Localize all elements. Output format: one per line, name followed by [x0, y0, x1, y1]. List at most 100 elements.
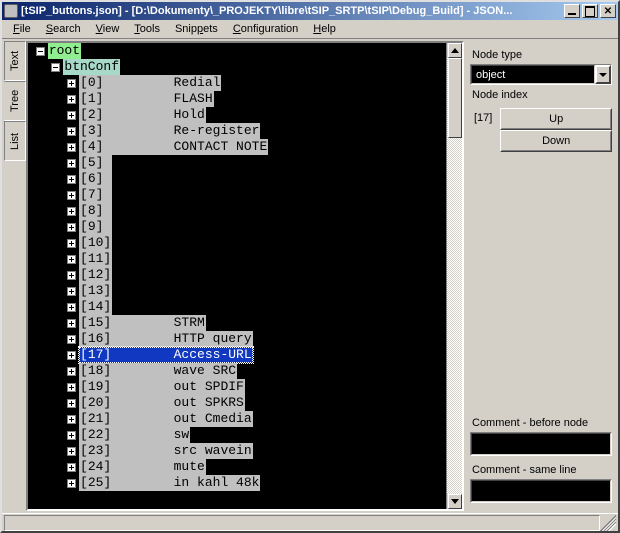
menu-help[interactable]: Help: [306, 21, 343, 37]
collapse-icon[interactable]: [51, 63, 60, 72]
scroll-up-button[interactable]: [448, 43, 462, 58]
expand-icon[interactable]: [67, 383, 76, 392]
side-tab-text[interactable]: Text: [4, 41, 26, 81]
minimize-button[interactable]: [564, 4, 580, 18]
menu-file[interactable]: File: [6, 21, 38, 37]
expand-icon[interactable]: [67, 287, 76, 296]
tree-item[interactable]: : [20] out SPKRS: [28, 395, 446, 411]
expand-icon[interactable]: [67, 127, 76, 136]
tree-item[interactable]: [9]: [28, 219, 446, 235]
tree-key: [14]: [79, 299, 112, 315]
menu-configuration[interactable]: Configuration: [226, 21, 305, 37]
tree-item[interactable]: : [25] in kahl 48k: [28, 475, 446, 491]
expand-icon[interactable]: [67, 399, 76, 408]
tree-item[interactable]: [12]: [28, 267, 446, 283]
tree-item[interactable]: : [2] Hold: [28, 107, 446, 123]
expand-icon[interactable]: [67, 463, 76, 472]
node-type-combo[interactable]: object: [470, 64, 612, 85]
scroll-track[interactable]: [447, 58, 462, 494]
tree-item[interactable]: [14]: [28, 299, 446, 315]
expand-icon[interactable]: [67, 319, 76, 328]
tree-item[interactable]: : [15] STRM: [28, 315, 446, 331]
expand-icon[interactable]: [67, 143, 76, 152]
side-tabs: TextTreeList: [4, 41, 26, 511]
side-tab-list[interactable]: List: [4, 121, 26, 161]
collapse-icon[interactable]: [36, 47, 45, 56]
tree-item[interactable]: [8]: [28, 203, 446, 219]
tree-item[interactable]: : [23] src wavein: [28, 443, 446, 459]
tree-row-text: [16] HTTP query: [79, 331, 253, 347]
chevron-down-icon[interactable]: [595, 65, 611, 84]
expand-icon[interactable]: [67, 303, 76, 312]
tree-item[interactable]: : [24] mute: [28, 459, 446, 475]
tree-key: [5]: [79, 155, 112, 171]
scroll-thumb[interactable]: [448, 58, 462, 138]
expand-icon[interactable]: [67, 479, 76, 488]
tree-item[interactable]: : [3] Re-register: [28, 123, 446, 139]
tree-item[interactable]: : [22] sw: [28, 427, 446, 443]
tree-item[interactable]: : [16] HTTP query: [28, 331, 446, 347]
tree-root[interactable]: root: [28, 43, 446, 59]
vertical-scrollbar[interactable]: [446, 43, 462, 509]
maximize-button[interactable]: [582, 4, 598, 18]
side-tab-tree[interactable]: Tree: [4, 81, 26, 121]
expand-icon[interactable]: [67, 223, 76, 232]
expand-icon[interactable]: [67, 79, 76, 88]
tree-item[interactable]: : [4] CONTACT NOTE: [28, 139, 446, 155]
tree-key: [10]: [79, 235, 112, 251]
tree-item[interactable]: : [18] wave SRC: [28, 363, 446, 379]
tree-row-text: [2] Hold: [79, 107, 206, 123]
expand-icon[interactable]: [67, 335, 76, 344]
tree-key: [12]: [79, 267, 112, 283]
down-button[interactable]: Down: [500, 130, 612, 152]
tree-item[interactable]: : [17] Access-URL: [28, 347, 446, 363]
up-button[interactable]: Up: [500, 108, 612, 130]
app-window: [tSIP_buttons.json] - [D:\Dokumenty\_PRO…: [0, 0, 620, 533]
menu-view[interactable]: View: [89, 21, 127, 37]
tree-key: [13]: [79, 283, 112, 299]
scroll-down-button[interactable]: [448, 494, 462, 509]
menu-snippets[interactable]: Snippets: [168, 21, 225, 37]
tree-item[interactable]: : [21] out Cmedia: [28, 411, 446, 427]
expand-icon[interactable]: [67, 255, 76, 264]
menu-search[interactable]: Search: [39, 21, 88, 37]
tree-item[interactable]: [6]: [28, 171, 446, 187]
body: TextTreeList root btnConf : [0] Redial :…: [2, 39, 618, 513]
expand-icon[interactable]: [67, 271, 76, 280]
expand-icon[interactable]: [67, 111, 76, 120]
menu-tools[interactable]: Tools: [127, 21, 167, 37]
comment-before-input[interactable]: [470, 432, 612, 456]
tree-item[interactable]: [13]: [28, 283, 446, 299]
expand-icon[interactable]: [67, 95, 76, 104]
tree-item[interactable]: [7]: [28, 187, 446, 203]
resize-grip-icon[interactable]: [600, 515, 616, 531]
expand-icon[interactable]: [67, 351, 76, 360]
tree-item[interactable]: [11]: [28, 251, 446, 267]
tree-item[interactable]: : [1] FLASH: [28, 91, 446, 107]
tree-row-text: [0] Redial: [79, 75, 221, 91]
expand-icon[interactable]: [67, 175, 76, 184]
tree-item[interactable]: [5]: [28, 155, 446, 171]
expand-icon[interactable]: [67, 159, 76, 168]
expand-icon[interactable]: [67, 415, 76, 424]
expand-icon[interactable]: [67, 191, 76, 200]
expand-icon[interactable]: [67, 239, 76, 248]
tree-item[interactable]: [10]: [28, 235, 446, 251]
title-bar[interactable]: [tSIP_buttons.json] - [D:\Dokumenty\_PRO…: [2, 2, 618, 20]
tree-node[interactable]: btnConf: [28, 59, 446, 75]
tree-row-text: [25] in kahl 48k: [79, 475, 260, 491]
node-type-label: Node type: [472, 49, 612, 61]
tree-item[interactable]: : [19] out SPDIF: [28, 379, 446, 395]
expand-icon[interactable]: [67, 207, 76, 216]
expand-icon[interactable]: [67, 447, 76, 456]
tree-row-text: [19] out SPDIF: [79, 379, 245, 395]
close-button[interactable]: [600, 4, 616, 18]
tree-row-text: [18] wave SRC: [79, 363, 237, 379]
node-index-label: Node index: [472, 89, 612, 101]
tree-view[interactable]: root btnConf : [0] Redial : [1] FLASH : …: [28, 43, 446, 509]
tree-row-text: [3] Re-register: [79, 123, 260, 139]
comment-same-input[interactable]: [470, 479, 612, 503]
tree-item[interactable]: : [0] Redial: [28, 75, 446, 91]
expand-icon[interactable]: [67, 431, 76, 440]
expand-icon[interactable]: [67, 367, 76, 376]
